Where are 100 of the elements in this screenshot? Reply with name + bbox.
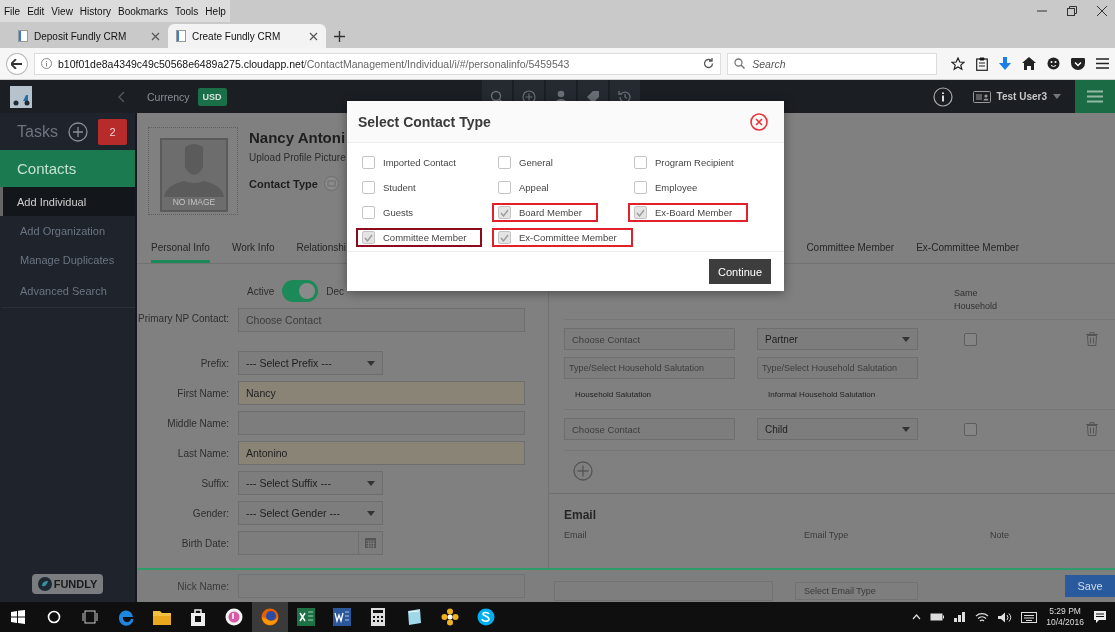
dropdown[interactable]: --- Select Gender --- (238, 501, 383, 525)
flower-icon[interactable] (441, 608, 459, 626)
checkbox[interactable] (498, 231, 511, 244)
salutation-field[interactable]: Type/Select Household Salutation (564, 357, 735, 379)
user-menu[interactable]: Test User3 (972, 90, 1061, 103)
close-icon[interactable] (1097, 6, 1107, 16)
info-icon[interactable] (932, 86, 953, 107)
pocket-icon[interactable] (1071, 57, 1085, 70)
checkbox[interactable] (498, 206, 511, 219)
contact-type-option[interactable]: Committee Member (356, 228, 483, 247)
contact-type-option[interactable]: General (492, 153, 569, 172)
contact-type-option[interactable]: Appeal (492, 178, 565, 197)
document-icon[interactable] (333, 608, 351, 626)
menu-button[interactable] (1075, 80, 1115, 113)
search-box[interactable]: Search (727, 52, 937, 75)
battery-icon[interactable] (930, 613, 945, 621)
note-icon[interactable] (405, 608, 423, 626)
checkbox[interactable] (362, 206, 375, 219)
menu-item[interactable]: Tools (175, 5, 199, 17)
keyboard-icon[interactable] (1021, 611, 1038, 623)
menu-item[interactable]: View (51, 5, 73, 17)
menu-item[interactable]: History (79, 5, 111, 17)
checkbox[interactable] (963, 422, 977, 436)
checkbox[interactable] (963, 332, 977, 346)
network-icon[interactable] (953, 611, 967, 623)
browser-icon[interactable] (117, 608, 135, 626)
dropdown[interactable]: --- Select Prefix --- (238, 351, 383, 375)
contact-type-option[interactable]: Guests (356, 203, 430, 222)
date-field[interactable] (238, 531, 383, 555)
contacts-section[interactable]: Contacts (0, 150, 135, 187)
upload-link[interactable]: Upload Profile Picture (249, 152, 346, 163)
contact-type-option[interactable]: Ex-Committee Member (492, 228, 633, 247)
back-button[interactable] (6, 52, 28, 75)
save-button[interactable]: Save (1065, 575, 1115, 597)
sidebar-item[interactable]: Add Individual (0, 187, 135, 216)
page-tab[interactable]: Ex-Committee Member (916, 235, 1019, 263)
close-icon[interactable] (151, 31, 160, 41)
checkbox[interactable] (634, 156, 647, 169)
notification-icon[interactable] (1093, 610, 1107, 624)
smiley-icon[interactable] (1047, 57, 1060, 70)
menu-item[interactable]: Edit (27, 5, 45, 17)
shopping-bag-icon[interactable] (190, 608, 206, 626)
restore-icon[interactable] (1067, 6, 1077, 16)
contact-type-option[interactable]: Imported Contact (356, 153, 472, 172)
checkbox[interactable] (362, 181, 375, 194)
relationship-dropdown[interactable]: Partner (757, 328, 918, 350)
page-tab[interactable]: Work Info (231, 235, 275, 263)
page-tab[interactable]: Committee Member (806, 235, 895, 263)
clipboard-icon[interactable] (976, 56, 988, 71)
contact-type-option[interactable]: Ex-Board Member (628, 203, 749, 222)
home-icon[interactable] (1022, 57, 1036, 70)
field-label: First Name: (176, 386, 230, 400)
music-icon[interactable] (225, 608, 243, 626)
salutation-field[interactable]: Type/Select Household Salutation (757, 357, 918, 379)
contact-type-option[interactable]: Employee (628, 178, 714, 197)
contact-field[interactable]: Choose Contact (564, 418, 735, 440)
relationship-dropdown[interactable]: Child (757, 418, 918, 440)
address-field[interactable]: b10f01de8a4349c49c50568e6489a275.cloudapp.net/ContactManagement/Individual/i/#/personalinfo/5459543 (34, 52, 722, 75)
checkbox[interactable] (362, 231, 375, 244)
chevron-up-icon[interactable] (912, 614, 922, 620)
contact-type-option[interactable]: Board Member (492, 203, 598, 222)
speaker-icon[interactable] (998, 611, 1013, 623)
new-tab-icon[interactable] (334, 31, 345, 42)
contact-field[interactable]: Choose Contact (564, 328, 735, 350)
email-field[interactable] (554, 581, 773, 601)
browser-tab[interactable]: Create Fundly CRM (168, 24, 326, 48)
browser-tab[interactable]: Deposit Fundly CRM (10, 24, 168, 48)
menu-item[interactable]: File (4, 5, 21, 17)
checkbox[interactable] (634, 206, 647, 219)
text-field[interactable]: Choose Contact (238, 308, 525, 332)
chat-icon[interactable] (477, 608, 495, 626)
checkbox[interactable] (498, 156, 511, 169)
spreadsheet-icon[interactable] (297, 608, 315, 626)
close-icon[interactable] (750, 112, 768, 131)
reload-icon[interactable] (703, 58, 715, 69)
wifi-icon[interactable] (975, 611, 990, 623)
checkbox[interactable] (498, 181, 511, 194)
star-icon[interactable] (951, 56, 965, 71)
dropdown[interactable]: --- Select Suffix --- (238, 471, 383, 495)
checkbox[interactable] (634, 181, 647, 194)
fox-globe-icon[interactable] (261, 608, 279, 626)
menu-item[interactable]: Bookmarks (118, 5, 168, 17)
calculator-icon[interactable] (371, 608, 385, 626)
folder-icon[interactable] (153, 609, 171, 625)
menu-item[interactable]: Help (205, 5, 226, 17)
download-icon[interactable] (999, 56, 1011, 71)
contact-type-option[interactable]: Student (356, 178, 432, 197)
text-field[interactable]: Nancy (238, 381, 525, 405)
add-task-icon[interactable] (67, 121, 88, 142)
contact-type-option[interactable]: Program Recipient (628, 153, 750, 172)
text-field[interactable]: Antonino (238, 441, 525, 465)
active-toggle[interactable] (282, 280, 319, 302)
page-tab[interactable]: Relationshi (296, 235, 347, 263)
continue-button[interactable]: Continue (709, 259, 771, 284)
close-icon[interactable] (309, 31, 318, 41)
menu-icon[interactable] (1096, 58, 1109, 69)
page-tab[interactable]: Personal Info (151, 235, 210, 263)
checkbox[interactable] (362, 156, 375, 169)
clock[interactable]: 5:29 PM 10/4/2016 (1046, 606, 1084, 628)
chevron-left-icon[interactable] (118, 90, 125, 103)
